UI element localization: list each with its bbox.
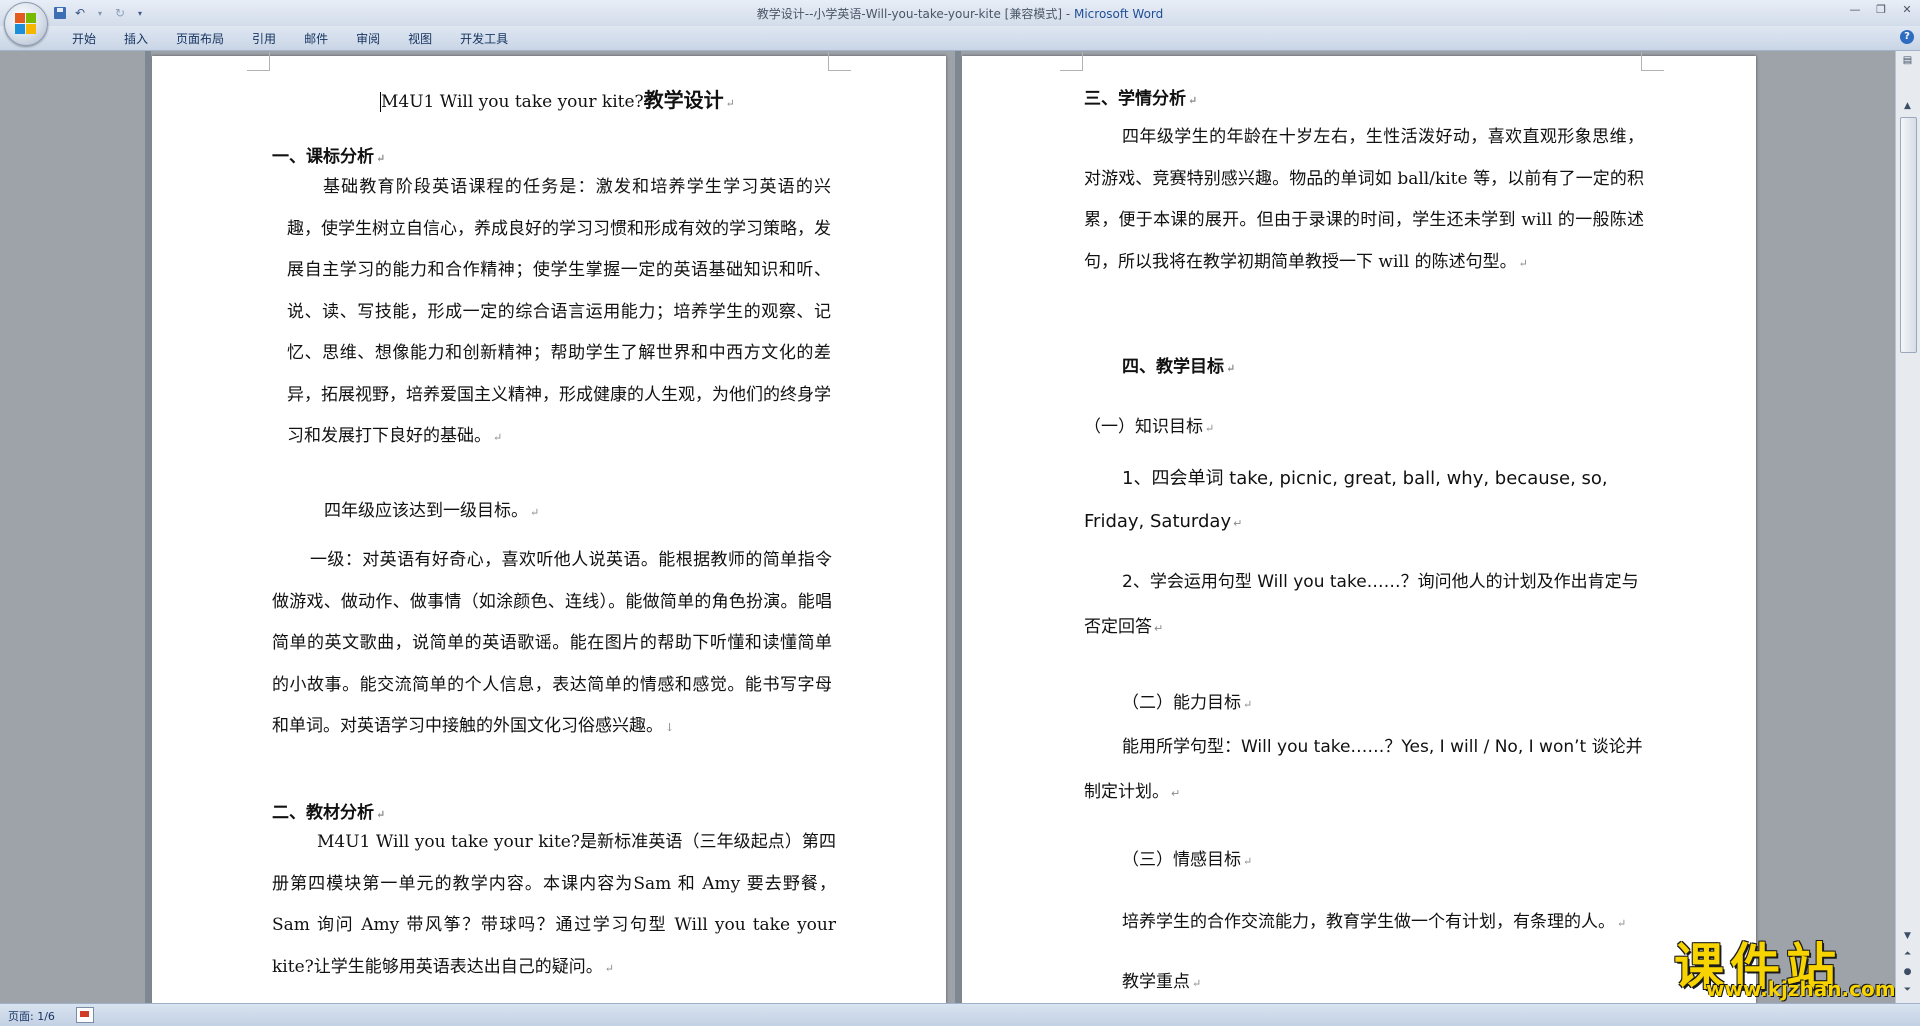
title-bar: ↶ ▾ ↻ ▾ 教学设计--小学英语-Will-you-take-your-ki… [0,0,1920,26]
heading-objectives: 四、教学目标 ↵ [1122,352,1235,377]
paragraph-mark: ↵ [1518,256,1528,270]
tab-insert[interactable]: 插入 [110,30,162,48]
heading-curriculum-text: 一、课标分析 [272,147,374,167]
emotion-paragraph-text: 培养学生的合作交流能力，教育学生做一个有计划，有条理的人。 [1122,912,1615,932]
paragraph-grade-target-text: 四年级应该达到一级目标。 [324,501,528,521]
minimize-button[interactable]: — [1842,0,1868,18]
line-break-mark: ↓ [665,721,675,734]
crop-mark [828,52,851,71]
office-button[interactable] [4,2,48,46]
help-icon[interactable]: ? [1900,30,1914,44]
subheading-ability-text: （二）能力目标 [1122,693,1241,713]
heading-learners: 三、学情分析 ↵ [1084,84,1197,109]
crop-mark [1060,52,1083,71]
app-name: Microsoft Word [1073,7,1164,21]
paragraph-mark: ↵ [1226,362,1236,375]
paragraph-mark: ↵ [1243,698,1253,711]
subheading-emotion-text: （三）情感目标 [1122,850,1241,870]
paragraph-mark: ↵ [376,808,386,821]
title-english: M4U1 Will you take your kite? [380,92,644,112]
ruler-toggle-icon[interactable]: ▤ [1899,55,1916,71]
maximize-button[interactable]: ❐ [1868,0,1894,18]
paragraph-mark: ↵ [725,97,735,110]
paragraph-mark: ↵ [530,506,540,519]
close-button[interactable]: ✕ [1894,0,1920,18]
objective-item-2: 2、学会运用句型 Will you take……？询问他人的计划及作出肯定与否定… [1084,560,1644,651]
heading-learners-text: 三、学情分析 [1084,89,1186,109]
previous-page-icon[interactable]: ⏶ [1899,947,1916,962]
document-title-line: M4U1 Will you take your kite?教学设计 ↵ [380,84,735,113]
key-points-heading-text: 教学重点 [1122,972,1190,992]
subheading-emotion: （三）情感目标 ↵ [1122,845,1252,870]
paragraph-mark: ↵ [376,152,386,165]
document-title: 教学设计--小学英语-Will-you-take-your-kite [兼容模式… [756,7,1063,21]
heading-objectives-text: 四、教学目标 [1122,357,1224,377]
tab-mailings[interactable]: 邮件 [290,30,342,48]
next-page-icon[interactable]: ⏷ [1899,983,1916,998]
emotion-paragraph: 培养学生的合作交流能力，教育学生做一个有计划，有条理的人。 ↵ [1122,907,1626,932]
paragraph-mark: ↵ [1192,977,1202,990]
paragraph-mark: ↵ [1154,622,1164,635]
paragraph-mark: ↵ [1243,855,1253,868]
paragraph-textbook: M4U1 Will you take your kite?是新标准英语（三年级起… [272,822,836,989]
tab-view[interactable]: 视图 [394,30,446,48]
watermark-url: www.kjzhan.com [1706,977,1896,1001]
window-controls: — ❐ ✕ [1842,0,1920,18]
ability-paragraph-text: 能用所学句型：Will you take……？Yes, I will / No,… [1084,737,1643,802]
crop-mark [247,52,270,71]
paragraph-learners-text: 四年级学生的年龄在十岁左右，生性活泼好动，喜欢直观形象思维，对游戏、竞赛特别感兴… [1084,127,1644,272]
paragraph-mark: ↵ [1188,94,1198,107]
title-separator: - [1062,7,1074,21]
paragraph-curriculum-text: 基础教育阶段英语课程的任务是：激发和培养学生学习英语的兴趣，使学生树立自信心，养… [287,177,831,446]
page-count-indicator[interactable]: 页面: 1/6 [8,1008,55,1024]
scroll-thumb[interactable] [1900,117,1917,353]
vertical-scrollbar[interactable]: ▤ ▲ ▼ ⏶ ● ⏷ [1895,51,1920,1003]
browse-object-icon[interactable]: ● [1899,965,1916,980]
title-chinese: 教学设计 [643,88,724,112]
document-page-1[interactable]: M4U1 Will you take your kite?教学设计 ↵ 一、课标分… [145,51,946,1003]
key-points-heading: 教学重点 ↵ [1122,967,1201,992]
page-shadow [145,51,151,1003]
heading-textbook-text: 二、教材分析 [272,803,374,823]
window-title: 教学设计--小学英语-Will-you-take-your-kite [兼容模式… [0,5,1920,22]
subheading-knowledge: （一）知识目标 ↵ [1084,412,1214,437]
paragraph-mark: ↵ [493,431,503,444]
ability-paragraph: 能用所学句型：Will you take……？Yes, I will / No,… [1084,725,1644,816]
document-page-2[interactable]: 三、学情分析 ↵ 四年级学生的年龄在十岁左右，生性活泼好动，喜欢直观形象思维，对游… [955,51,1756,1003]
watermark-logo: 课件站 www.kjzhan.com [1660,927,1896,1005]
subheading-knowledge-text: （一）知识目标 [1084,417,1203,437]
subheading-ability: （二）能力目标 ↵ [1122,688,1252,713]
heading-curriculum: 一、课标分析 ↵ [272,142,385,167]
tab-developer[interactable]: 开发工具 [446,30,522,48]
paragraph-mark: ↵ [1205,422,1215,435]
paragraph-curriculum: 基础教育阶段英语课程的任务是：激发和培养学生学习英语的兴趣，使学生树立自信心，养… [287,167,831,459]
paragraph-learners: 四年级学生的年龄在十岁左右，生性活泼好动，喜欢直观形象思维，对游戏、竞赛特别感兴… [1084,117,1644,284]
paragraph-level-one: 一级：对英语有好奇心，喜欢听他人说英语。能根据教师的简单指令做游戏、做动作、做事… [272,540,832,749]
paragraph-level-one-text: 一级：对英语有好奇心，喜欢听他人说英语。能根据教师的简单指令做游戏、做动作、做事… [272,550,832,736]
tab-review[interactable]: 审阅 [342,30,394,48]
paragraph-mark: ↵ [1171,787,1181,800]
scroll-up-icon[interactable]: ▲ [1899,99,1916,114]
paragraph-mark: ↵ [1233,517,1243,530]
paragraph-textbook-text: M4U1 Will you take your kite?是新标准英语（三年级起… [272,832,836,977]
status-bar: 页面: 1/6 [0,1003,1920,1026]
objective-item-2-text: 2、学会运用句型 Will you take……？询问他人的计划及作出肯定与否定… [1084,572,1639,637]
page-shadow [955,51,961,1003]
tab-home[interactable]: 开始 [58,30,110,48]
proofing-status-icon[interactable] [76,1007,94,1023]
document-workspace: M4U1 Will you take your kite?教学设计 ↵ 一、课标分… [0,51,1896,1003]
tab-page-layout[interactable]: 页面布局 [162,30,238,48]
paragraph-mark: ↵ [604,961,614,975]
ribbon-tab-bar: 开始 插入 页面布局 引用 邮件 审阅 视图 开发工具 ? [0,26,1920,51]
heading-textbook: 二、教材分析 ↵ [272,798,385,823]
paragraph-mark: ↵ [1617,917,1627,930]
office-logo-icon [15,13,37,35]
objective-item-1-text: 1、四会单词 take, picnic, great, ball, why, b… [1084,468,1608,532]
paragraph-grade-target: 四年级应该达到一级目标。 ↵ [324,496,539,521]
objective-item-1: 1、四会单词 take, picnic, great, ball, why, b… [1084,457,1650,545]
crop-mark [1641,52,1664,71]
scroll-down-icon[interactable]: ▼ [1899,929,1916,944]
tab-references[interactable]: 引用 [238,30,290,48]
